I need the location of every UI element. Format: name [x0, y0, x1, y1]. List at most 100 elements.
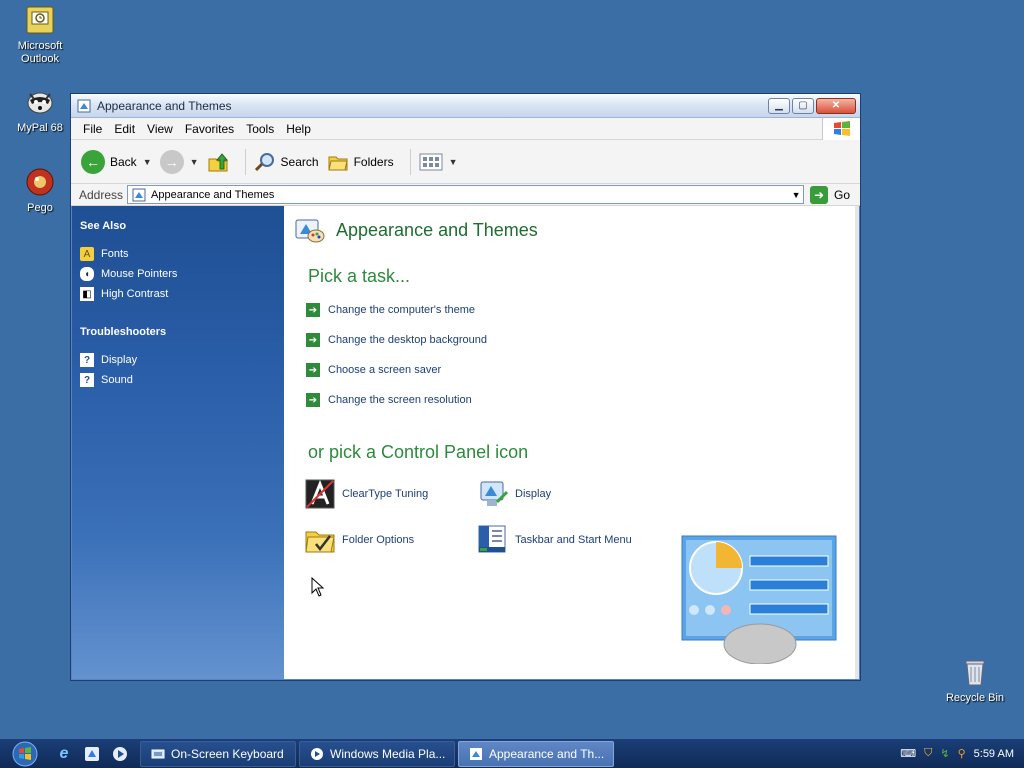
internet-explorer-icon[interactable]: e	[54, 744, 74, 764]
task-arrow-icon: ➔	[306, 303, 320, 317]
toolbar: ← Back ▼ → ▼ Search Folders ▼	[71, 140, 860, 184]
sidebar-item-fonts[interactable]: A Fonts	[80, 244, 276, 264]
pick-icon-heading: or pick a Control Panel icon	[308, 442, 529, 462]
forward-arrow-icon: →	[159, 149, 184, 174]
cp-icon-folder-options[interactable]: Folder Options	[304, 524, 414, 556]
go-arrow-icon: ➜	[810, 185, 829, 204]
sidebar-item-display[interactable]: ? Display	[80, 350, 276, 370]
taskbar-button-label: On-Screen Keyboard	[171, 746, 284, 761]
cp-icon-cleartype[interactable]: ClearType Tuning	[304, 478, 428, 510]
toolbar-separator	[409, 148, 411, 175]
raccoon-icon	[27, 92, 53, 114]
taskbar-button-media-player[interactable]: Windows Media Pla...	[299, 740, 455, 767]
forward-dropdown-icon[interactable]: ▼	[190, 157, 199, 167]
task-label: Change the desktop background	[328, 334, 488, 346]
scrollbar[interactable]	[855, 206, 859, 679]
sidebar-item-sound[interactable]: ? Sound	[80, 370, 276, 390]
sidebar-item-label: Display	[101, 354, 138, 366]
content-area: See Also A Fonts ◖ Mouse Pointers ◧ High…	[72, 206, 859, 679]
cp-icon-display[interactable]: Display	[477, 478, 551, 510]
views-button[interactable]: ▼	[419, 153, 458, 171]
start-orb-icon	[12, 741, 38, 766]
media-player-icon[interactable]	[110, 744, 130, 764]
pick-task-heading: Pick a task...	[308, 266, 411, 286]
task-pane: See Also A Fonts ◖ Mouse Pointers ◧ High…	[72, 206, 284, 679]
desktop-icon-label: MyPal 68	[17, 122, 63, 134]
sidebar-item-high-contrast[interactable]: ◧ High Contrast	[80, 284, 276, 304]
desktop-icon-mypal[interactable]: MyPal 68	[0, 86, 80, 135]
sidebar-item-label: Mouse Pointers	[101, 268, 178, 280]
troubleshooters-section: Troubleshooters ? Display ? Sound	[80, 326, 276, 390]
media-player-icon	[311, 747, 323, 760]
cleartype-icon	[305, 479, 335, 509]
back-dropdown-icon[interactable]: ▼	[143, 157, 152, 167]
main-panel: Appearance and Themes Pick a task... ➔ C…	[284, 206, 859, 679]
appearance-icon	[132, 188, 146, 201]
help-icon: ?	[80, 353, 94, 367]
cp-icon-taskbar-start[interactable]: Taskbar and Start Menu	[477, 524, 632, 556]
back-button[interactable]: ← Back ▼	[81, 149, 152, 174]
desktop-icon-label: Recycle Bin	[945, 692, 1005, 704]
desktop-icon-outlook[interactable]: Microsoft Outlook	[0, 4, 80, 66]
taskbar-start-menu-icon	[478, 525, 506, 553]
sidebar-item-mouse-pointers[interactable]: ◖ Mouse Pointers	[80, 264, 276, 284]
taskbar-button-appearance[interactable]: Appearance and Th...	[458, 740, 614, 767]
task-arrow-icon: ➔	[306, 333, 320, 347]
menu-view[interactable]: View	[141, 122, 179, 136]
cp-icon-label: Folder Options	[342, 534, 415, 546]
task-change-theme[interactable]: ➔ Change the computer's theme	[306, 303, 475, 317]
help-icon: ?	[80, 373, 94, 387]
menu-tools[interactable]: Tools	[240, 122, 280, 136]
maximize-icon: ▢	[798, 100, 808, 111]
task-change-background[interactable]: ➔ Change the desktop background	[306, 333, 487, 347]
forward-button[interactable]: → ▼	[159, 149, 199, 174]
desktop-icon-pego[interactable]: Pego	[0, 166, 80, 215]
views-dropdown-icon: ▼	[448, 156, 458, 167]
explorer-icon[interactable]	[82, 744, 102, 764]
task-arrow-icon: ➔	[306, 393, 320, 407]
minimize-button[interactable]: ▁	[768, 97, 790, 114]
cp-icon-label: Taskbar and Start Menu	[515, 534, 632, 546]
system-tray: ⌨ ⛉ ↯ ⚲ 5:59 AM	[890, 739, 1024, 768]
folder-options-icon	[305, 531, 335, 553]
folders-icon	[327, 156, 348, 170]
page-header: Appearance and Themes	[294, 214, 538, 246]
menu-edit[interactable]: Edit	[108, 122, 141, 136]
title-bar[interactable]: Appearance and Themes ▁ ▢ ✕	[71, 94, 860, 118]
keyboard-tray-icon[interactable]: ⌨	[900, 747, 916, 760]
menu-help[interactable]: Help	[280, 122, 317, 136]
up-button[interactable]	[207, 151, 229, 173]
high-contrast-icon: ◧	[80, 287, 94, 301]
close-button[interactable]: ✕	[816, 97, 856, 114]
maximize-button[interactable]: ▢	[792, 97, 814, 114]
taskbar: e On-Screen Keyboard Windows Media Pla..…	[0, 738, 1024, 768]
appearance-icon	[470, 747, 482, 760]
task-label: Change the screen resolution	[328, 394, 472, 406]
shield-icon[interactable]: ⛉	[924, 747, 932, 760]
address-input[interactable]: Appearance and Themes ▼	[127, 185, 805, 204]
clock[interactable]: 5:59 AM	[974, 748, 1014, 760]
address-dropdown-icon[interactable]: ▼	[789, 190, 803, 200]
task-screen-saver[interactable]: ➔ Choose a screen saver	[306, 363, 441, 377]
address-label: Address	[79, 187, 124, 202]
desktop-icon-recycle-bin[interactable]: Recycle Bin	[935, 656, 1015, 705]
start-button[interactable]	[0, 739, 50, 768]
folders-button[interactable]: Folders	[327, 151, 394, 173]
task-label: Choose a screen saver	[328, 364, 442, 376]
recycle-bin-icon	[965, 660, 985, 686]
menu-file[interactable]: File	[77, 122, 108, 136]
quick-launch: e	[54, 744, 130, 764]
search-button[interactable]: Search	[254, 151, 319, 173]
address-bar: Address Appearance and Themes ▼ ➜ Go	[71, 184, 860, 206]
pego-icon	[26, 168, 54, 196]
task-screen-resolution[interactable]: ➔ Change the screen resolution	[306, 393, 472, 407]
go-button[interactable]: ➜ Go	[810, 185, 850, 204]
fonts-folder-icon: A	[80, 247, 94, 261]
menu-favorites[interactable]: Favorites	[179, 122, 240, 136]
search-icon	[254, 152, 274, 171]
back-label: Back	[110, 154, 137, 169]
search-tray-icon[interactable]: ⚲	[958, 747, 966, 760]
taskbar-button-onscreen-keyboard[interactable]: On-Screen Keyboard	[140, 740, 296, 767]
sidebar-item-label: Sound	[101, 374, 133, 386]
network-icon[interactable]: ↯	[940, 747, 949, 760]
